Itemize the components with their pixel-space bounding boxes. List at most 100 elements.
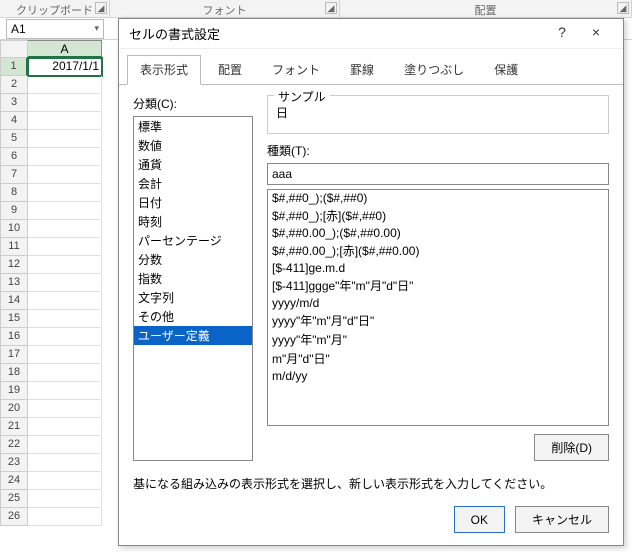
row-header[interactable]: 18	[0, 364, 28, 382]
category-item[interactable]: 分数	[134, 250, 252, 269]
cell[interactable]: 2017/1/1	[28, 58, 102, 76]
row-header[interactable]: 2	[0, 76, 28, 94]
select-all-corner[interactable]	[0, 40, 28, 58]
cell[interactable]	[28, 256, 102, 274]
cell[interactable]	[28, 130, 102, 148]
cell[interactable]	[28, 94, 102, 112]
close-button[interactable]: ×	[579, 22, 613, 46]
row-header[interactable]: 23	[0, 454, 28, 472]
cell[interactable]	[28, 238, 102, 256]
category-item[interactable]: 数値	[134, 136, 252, 155]
row-header[interactable]: 20	[0, 400, 28, 418]
cell[interactable]	[28, 76, 102, 94]
cell[interactable]	[28, 184, 102, 202]
row-header[interactable]: 4	[0, 112, 28, 130]
row-header[interactable]: 21	[0, 418, 28, 436]
category-item[interactable]: 会計	[134, 174, 252, 193]
row-header[interactable]: 9	[0, 202, 28, 220]
type-list-item[interactable]: m/d/yy	[268, 368, 608, 384]
type-list-item[interactable]: yyyy/m/d	[268, 295, 608, 311]
cell[interactable]	[28, 310, 102, 328]
type-list-item[interactable]: yyyy"年"m"月"d"日"	[268, 311, 608, 330]
cell[interactable]	[28, 328, 102, 346]
row-header[interactable]: 12	[0, 256, 28, 274]
row-header[interactable]: 7	[0, 166, 28, 184]
row-header[interactable]: 13	[0, 274, 28, 292]
type-list-item[interactable]: $#,##0_);($#,##0)	[268, 190, 608, 206]
category-item[interactable]: 標準	[134, 117, 252, 136]
dialog-launcher-icon[interactable]: ◢	[95, 2, 107, 14]
type-list-item[interactable]: $#,##0_);[赤]($#,##0)	[268, 206, 608, 225]
tab[interactable]: 保護	[481, 55, 531, 84]
cell[interactable]	[28, 202, 102, 220]
tab[interactable]: 表示形式	[127, 55, 201, 85]
category-item[interactable]: 指数	[134, 269, 252, 288]
row-header[interactable]: 17	[0, 346, 28, 364]
category-item[interactable]: その他	[134, 307, 252, 326]
category-item[interactable]: 時刻	[134, 212, 252, 231]
type-list-item[interactable]: yyyy"年"m"月"	[268, 330, 608, 349]
help-button[interactable]: ?	[545, 22, 579, 46]
row-header[interactable]: 22	[0, 436, 28, 454]
category-item[interactable]: 文字列	[134, 288, 252, 307]
type-list-item[interactable]: [$-411]ge.m.d	[268, 260, 608, 276]
category-item[interactable]: ユーザー定義	[134, 326, 252, 345]
row-header[interactable]: 14	[0, 292, 28, 310]
cell[interactable]	[28, 382, 102, 400]
cell[interactable]	[28, 508, 102, 526]
cell[interactable]	[28, 274, 102, 292]
cell[interactable]	[28, 472, 102, 490]
row-header[interactable]: 11	[0, 238, 28, 256]
row-header[interactable]: 5	[0, 130, 28, 148]
tab[interactable]: 罫線	[337, 55, 387, 84]
category-item[interactable]: パーセンテージ	[134, 231, 252, 250]
category-item[interactable]: 日付	[134, 193, 252, 212]
row-header[interactable]: 19	[0, 382, 28, 400]
row-header[interactable]: 3	[0, 94, 28, 112]
ok-button[interactable]: OK	[454, 506, 505, 533]
row-header[interactable]: 16	[0, 328, 28, 346]
cancel-button[interactable]: キャンセル	[515, 506, 609, 533]
cell[interactable]	[28, 292, 102, 310]
type-list-item[interactable]: $#,##0.00_);[赤]($#,##0.00)	[268, 241, 608, 260]
type-list-item[interactable]: m"月"d"日"	[268, 349, 608, 368]
cell[interactable]	[28, 112, 102, 130]
cell[interactable]	[28, 454, 102, 472]
tab[interactable]: フォント	[259, 55, 333, 84]
row-header[interactable]: 26	[0, 508, 28, 526]
type-input[interactable]	[267, 163, 609, 185]
delete-button[interactable]: 削除(D)	[534, 434, 609, 461]
cell[interactable]	[28, 490, 102, 508]
type-list[interactable]: $#,##0_);($#,##0)$#,##0_);[赤]($#,##0)$#,…	[267, 189, 609, 426]
dialog-launcher-icon[interactable]: ◢	[617, 2, 629, 14]
row-header[interactable]: 25	[0, 490, 28, 508]
dialog-launcher-icon[interactable]: ◢	[325, 2, 337, 14]
cell[interactable]	[28, 364, 102, 382]
cell[interactable]	[28, 148, 102, 166]
row-header[interactable]: 24	[0, 472, 28, 490]
cell[interactable]	[28, 166, 102, 184]
type-list-item[interactable]: [$-411]ggge"年"m"月"d"日"	[268, 276, 608, 295]
row-header[interactable]: 1	[0, 58, 28, 76]
dialog-title: セルの書式設定	[129, 24, 545, 43]
type-list-item[interactable]: $#,##0.00_);($#,##0.00)	[268, 225, 608, 241]
cell[interactable]	[28, 220, 102, 238]
row-header[interactable]: 10	[0, 220, 28, 238]
ribbon-group: 配置◢	[340, 0, 632, 17]
row-header[interactable]: 6	[0, 148, 28, 166]
category-item[interactable]: 通貨	[134, 155, 252, 174]
dialog-footer: OK キャンセル	[119, 498, 623, 545]
cell[interactable]	[28, 436, 102, 454]
cell[interactable]	[28, 418, 102, 436]
row-header[interactable]: 15	[0, 310, 28, 328]
cell[interactable]	[28, 400, 102, 418]
name-box[interactable]: A1 ▾	[6, 19, 104, 39]
category-list[interactable]: 標準数値通貨会計日付時刻パーセンテージ分数指数文字列その他ユーザー定義	[133, 116, 253, 461]
tab[interactable]: 塗りつぶし	[391, 55, 477, 84]
column-header-a[interactable]: A	[28, 40, 102, 58]
row-header[interactable]: 8	[0, 184, 28, 202]
chevron-down-icon: ▾	[94, 23, 99, 34]
cell[interactable]	[28, 346, 102, 364]
tab[interactable]: 配置	[205, 55, 255, 84]
name-box-value: A1	[11, 22, 26, 36]
